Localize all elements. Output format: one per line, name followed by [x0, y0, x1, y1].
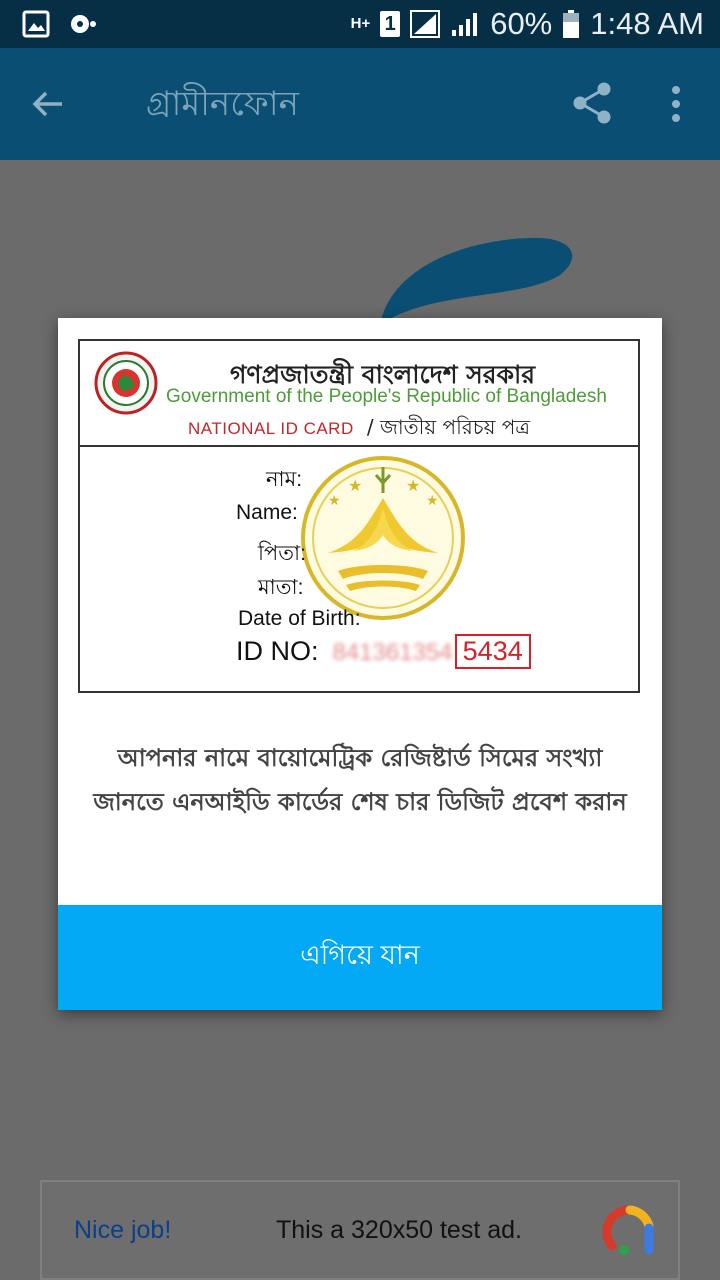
nid-card-header: গণপ্রজাতন্ত্রী বাংলাদেশ সরকার Government… [80, 341, 638, 447]
share-icon[interactable] [570, 80, 614, 126]
field-name-bn: নাম: [266, 468, 303, 491]
svg-text:★: ★ [348, 476, 362, 495]
svg-text:★: ★ [406, 476, 420, 495]
id-last-four-highlight: 5434 [454, 634, 531, 669]
nid-card-image: গণপ্রজাতন্ত্রী বাংলাদেশ সরকার Government… [78, 339, 640, 693]
back-arrow-icon[interactable] [28, 84, 68, 124]
field-mother-bn: মাতা: [258, 576, 304, 599]
disc-notification-icon [71, 15, 96, 33]
gallery-notification-icon [22, 10, 50, 38]
hplus-icon: H+ [350, 15, 371, 32]
dialog-message: আপনার নামে বায়োমেট্রিক রেজিষ্টার্ড সিমে… [93, 744, 627, 816]
nid-en-label: NATIONAL ID CARD [188, 419, 354, 438]
id-label: ID NO: [236, 636, 319, 666]
admob-logo-icon [602, 1205, 654, 1255]
national-emblem-icon: ★ ★ ★ ★ [301, 456, 465, 620]
nid-title: NATIONAL ID CARD / জাতীয় পরিচয় পত্র [188, 413, 530, 446]
page-title: গ্রামীনফোন [146, 84, 299, 124]
battery-percent: 60% [490, 6, 553, 41]
government-seal-icon [94, 351, 158, 415]
id-number-blurred: 841361354 [332, 639, 453, 666]
app-bar: গ্রামীনফোন [0, 48, 720, 160]
decorative-blob [380, 237, 573, 325]
id-number-row: ID NO: 841361354 5434 [236, 634, 531, 669]
svg-text:★: ★ [426, 493, 439, 509]
svg-text:★: ★ [328, 493, 341, 509]
proceed-button[interactable]: এগিয়ে যান [58, 905, 662, 1010]
system-status: H+ 1 60% 1:48 AM [351, 6, 704, 42]
nid-dialog: গণপ্রজাতন্ত্রী বাংলাদেশ সরকার Government… [58, 318, 662, 1010]
battery-icon [563, 10, 580, 38]
sim-icon: 1 [380, 11, 401, 37]
signal-icon [410, 10, 441, 38]
ad-text: This a 320x50 test ad. [276, 1216, 522, 1244]
signal-strength-icon [452, 13, 478, 36]
field-father-bn: পিতা: [258, 542, 306, 565]
field-name-en: Name: [236, 501, 298, 524]
status-bar: H+ 1 60% 1:48 AM [0, 0, 720, 48]
notification-icons [22, 10, 98, 38]
field-dob: Date of Birth: [238, 607, 361, 630]
nid-bn-label: / জাতীয় পরিচয় পত্র [366, 415, 531, 439]
more-options-icon[interactable] [662, 82, 690, 126]
government-en-title: Government of the People's Republic of B… [166, 386, 607, 407]
ad-nice-label: Nice job! [74, 1216, 172, 1244]
clock: 1:48 AM [590, 6, 704, 41]
test-ad-banner[interactable]: Nice job! This a 320x50 test ad. [40, 1180, 680, 1280]
